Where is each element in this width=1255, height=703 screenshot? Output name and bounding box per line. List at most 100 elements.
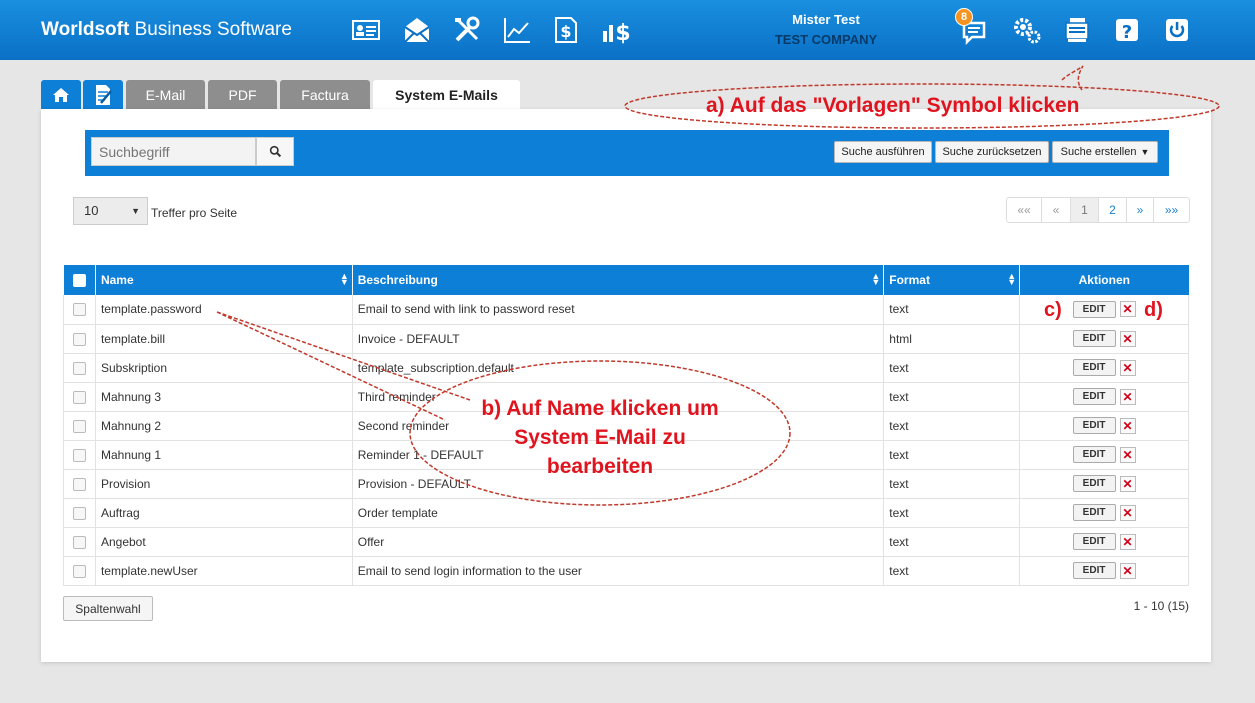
settings-icon[interactable] bbox=[1009, 13, 1045, 47]
row-checkbox[interactable] bbox=[72, 448, 86, 462]
row-name[interactable]: Auftrag bbox=[95, 498, 353, 528]
row-description: Invoice - DEFAULT bbox=[352, 324, 885, 354]
row-actions: EDIT ✕ bbox=[1019, 382, 1189, 412]
row-checkbox[interactable] bbox=[72, 361, 86, 375]
row-format: text bbox=[883, 527, 1021, 557]
user-name: Mister Test bbox=[792, 12, 860, 27]
page-first[interactable]: «« bbox=[1007, 198, 1042, 222]
row-checkbox[interactable] bbox=[72, 535, 86, 549]
row-actions: EDIT ✕ bbox=[1019, 498, 1189, 528]
row-actions: EDIT ✕ bbox=[1019, 469, 1189, 499]
tab-templates[interactable] bbox=[83, 80, 123, 109]
row-name[interactable]: template.password bbox=[95, 295, 353, 325]
row-select-cell bbox=[63, 295, 96, 325]
row-name[interactable]: Mahnung 1 bbox=[95, 440, 353, 470]
delete-button[interactable]: ✕ bbox=[1119, 301, 1136, 318]
row-name[interactable]: Mahnung 3 bbox=[95, 382, 353, 412]
row-actions: EDIT ✕ bbox=[1019, 324, 1189, 354]
page-2[interactable]: 2 bbox=[1099, 198, 1127, 222]
delete-button[interactable]: ✕ bbox=[1119, 533, 1136, 550]
invoice-icon[interactable]: $ bbox=[548, 13, 584, 47]
edit-button[interactable]: EDIT bbox=[1072, 504, 1116, 521]
delete-button[interactable]: ✕ bbox=[1119, 417, 1136, 434]
row-checkbox[interactable] bbox=[72, 419, 86, 433]
search-button[interactable] bbox=[256, 137, 294, 166]
delete-button[interactable]: ✕ bbox=[1119, 359, 1136, 376]
row-checkbox[interactable] bbox=[72, 564, 86, 578]
tab-system-emails[interactable]: System E-Mails bbox=[373, 80, 520, 109]
column-header-format[interactable]: Format ▲ ▼ bbox=[883, 265, 1021, 295]
page-next[interactable]: » bbox=[1127, 198, 1154, 222]
row-format: text bbox=[883, 411, 1021, 441]
chevron-down-icon: ▼ bbox=[1140, 147, 1150, 157]
row-name[interactable]: Mahnung 2 bbox=[95, 411, 353, 441]
row-name[interactable]: Provision bbox=[95, 469, 353, 499]
row-select-cell bbox=[63, 556, 96, 586]
brand: Worldsoft Business Software bbox=[41, 19, 292, 40]
edit-button[interactable]: EDIT bbox=[1072, 330, 1116, 347]
edit-button[interactable]: EDIT bbox=[1072, 417, 1116, 434]
tab-pdf[interactable]: PDF bbox=[208, 80, 277, 109]
revenue-icon[interactable]: $ bbox=[598, 13, 634, 47]
notification-badge: 8 bbox=[955, 8, 973, 26]
help-icon[interactable]: ? bbox=[1109, 13, 1145, 47]
column-header-name[interactable]: Name ▲ ▼ bbox=[95, 265, 353, 295]
delete-button[interactable]: ✕ bbox=[1119, 504, 1136, 521]
templates-icon[interactable] bbox=[1059, 13, 1095, 47]
tab-home[interactable] bbox=[41, 80, 81, 109]
row-name[interactable]: template.newUser bbox=[95, 556, 353, 586]
per-page-select[interactable]: 10 ▼ bbox=[73, 197, 148, 225]
row-select-cell bbox=[63, 440, 96, 470]
sort-icon: ▲ ▼ bbox=[871, 271, 881, 287]
annotation-c: c) bbox=[1044, 299, 1062, 321]
delete-button[interactable]: ✕ bbox=[1119, 388, 1136, 405]
row-checkbox[interactable] bbox=[72, 477, 86, 491]
row-name[interactable]: Angebot bbox=[95, 527, 353, 557]
edit-button[interactable]: EDIT bbox=[1072, 446, 1116, 463]
edit-button[interactable]: EDIT bbox=[1072, 359, 1116, 376]
reset-search-button[interactable]: Suche zurücksetzen bbox=[935, 141, 1049, 163]
create-search-button[interactable]: Suche erstellen ▼ bbox=[1052, 141, 1158, 163]
delete-button[interactable]: ✕ bbox=[1119, 330, 1136, 347]
edit-button[interactable]: EDIT bbox=[1072, 388, 1116, 405]
tools-icon[interactable] bbox=[449, 13, 485, 47]
delete-button[interactable]: ✕ bbox=[1119, 562, 1136, 579]
edit-button[interactable]: EDIT bbox=[1072, 533, 1116, 550]
home-icon bbox=[53, 87, 69, 102]
row-checkbox[interactable] bbox=[72, 390, 86, 404]
row-actions: EDIT ✕ bbox=[1019, 411, 1189, 441]
column-header-actions: Aktionen bbox=[1019, 265, 1189, 295]
tab-factura[interactable]: Factura bbox=[280, 80, 370, 109]
tab-email[interactable]: E-Mail bbox=[126, 80, 205, 109]
svg-text:?: ? bbox=[1122, 22, 1132, 43]
annotation-b: b) Auf Name klicken um System E-Mail zu be… bbox=[481, 397, 719, 478]
edit-button[interactable]: EDIT bbox=[1072, 562, 1116, 579]
company-name: TEST COMPANY bbox=[774, 32, 878, 47]
statistics-icon[interactable] bbox=[499, 13, 535, 47]
page-1[interactable]: 1 bbox=[1071, 198, 1099, 222]
row-checkbox[interactable] bbox=[72, 332, 86, 346]
run-search-button[interactable]: Suche ausführen bbox=[834, 141, 932, 163]
logout-icon[interactable] bbox=[1159, 13, 1195, 47]
row-select-cell bbox=[63, 411, 96, 441]
search-input[interactable] bbox=[91, 137, 256, 166]
page-prev[interactable]: « bbox=[1042, 198, 1071, 222]
row-select-cell bbox=[63, 469, 96, 499]
edit-button[interactable]: EDIT bbox=[1072, 300, 1116, 318]
delete-button[interactable]: ✕ bbox=[1119, 475, 1136, 492]
row-description: Email to send login information to the u… bbox=[352, 556, 885, 586]
page-last[interactable]: »» bbox=[1154, 198, 1189, 222]
select-all-checkbox[interactable] bbox=[72, 274, 86, 288]
contacts-icon[interactable] bbox=[348, 13, 384, 47]
row-checkbox[interactable] bbox=[72, 303, 86, 317]
column-select-button[interactable]: Spaltenwahl bbox=[63, 596, 153, 621]
column-header-description[interactable]: Beschreibung ▲ ▼ bbox=[352, 265, 885, 295]
row-name[interactable]: Subskription bbox=[95, 353, 353, 383]
row-checkbox[interactable] bbox=[72, 506, 86, 520]
svg-text:$: $ bbox=[615, 21, 630, 45]
newsletter-icon[interactable] bbox=[399, 13, 435, 47]
delete-button[interactable]: ✕ bbox=[1119, 446, 1136, 463]
row-name[interactable]: template.bill bbox=[95, 324, 353, 354]
edit-button[interactable]: EDIT bbox=[1072, 475, 1116, 492]
table-row: Angebot Offer text EDIT ✕ bbox=[63, 527, 1189, 557]
